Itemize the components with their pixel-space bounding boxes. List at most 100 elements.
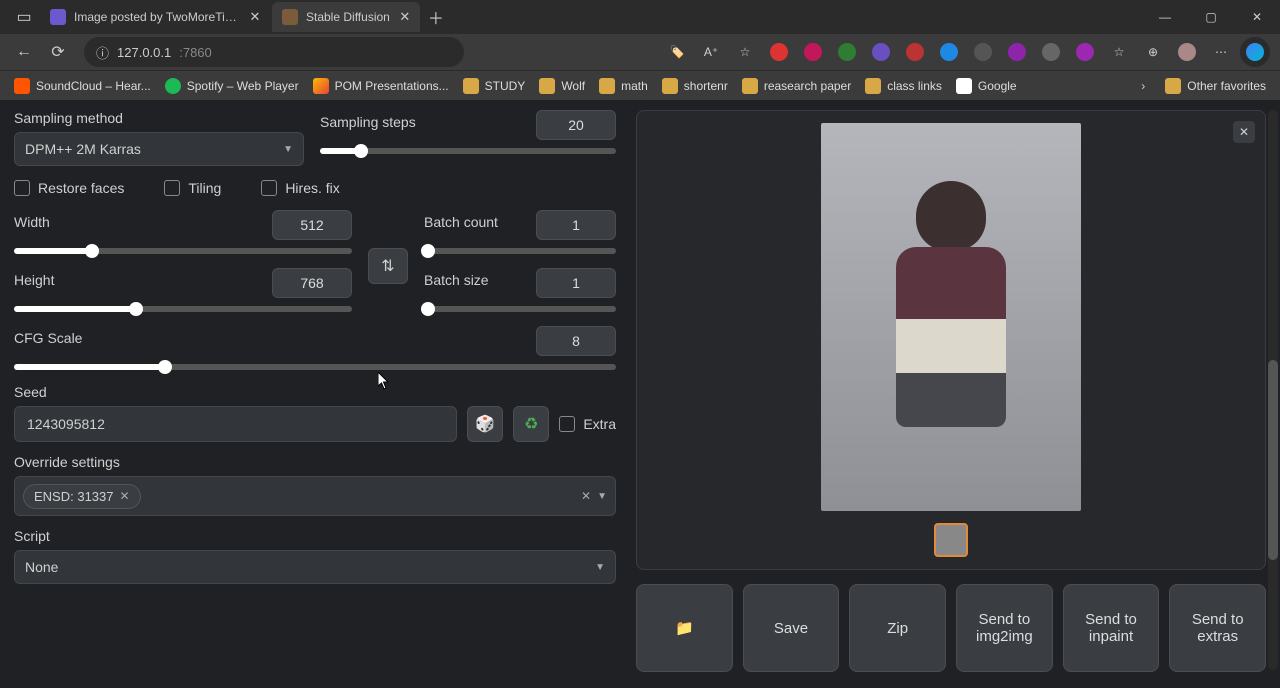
refresh-button[interactable]: ⟳	[44, 38, 72, 66]
page-scrollbar-thumb[interactable]	[1268, 360, 1278, 560]
reuse-seed-button[interactable]: ♻︎	[513, 406, 549, 442]
browser-tab[interactable]: Stable Diffusion ✕	[272, 2, 420, 32]
tab-favicon	[282, 9, 298, 25]
width-input[interactable]: 512	[272, 210, 352, 240]
bookmark-item[interactable]: SoundCloud – Hear...	[8, 74, 157, 98]
height-input[interactable]: 768	[272, 268, 352, 298]
browser-titlebar: ▭ Image posted by TwoMoreTimes ✕ Stable …	[0, 0, 1280, 34]
sampling-method-dropdown[interactable]: DPM++ 2M Karras ▼	[14, 132, 304, 166]
ext-icon[interactable]	[1002, 37, 1032, 67]
url-input[interactable]: ⓘ 127.0.0.1 :7860	[84, 37, 464, 67]
batch-count-slider[interactable]	[424, 248, 616, 254]
override-tag[interactable]: ENSD: 31337 ✕	[23, 484, 141, 509]
height-slider[interactable]	[14, 306, 352, 312]
cfg-scale-input[interactable]: 8	[536, 326, 616, 356]
clear-icon[interactable]: ✕	[581, 489, 591, 503]
read-aloud-icon[interactable]: A⁺	[696, 37, 726, 67]
sampling-steps-label: Sampling steps	[320, 114, 416, 130]
ext-icon[interactable]	[934, 37, 964, 67]
favorite-icon[interactable]: ☆	[730, 37, 760, 67]
bookmark-item[interactable]: Spotify – Web Player	[159, 74, 305, 98]
favorites-icon[interactable]: ☆	[1104, 37, 1134, 67]
bookmarks-bar: SoundCloud – Hear... Spotify – Web Playe…	[0, 70, 1280, 100]
seed-input[interactable]: 1243095812	[14, 406, 457, 442]
tab-title: Image posted by TwoMoreTimes	[74, 10, 240, 24]
send-extras-button[interactable]: Send to extras	[1169, 584, 1266, 672]
cfg-scale-slider[interactable]	[14, 364, 616, 370]
close-icon[interactable]: ✕	[248, 10, 262, 24]
site-info-icon[interactable]: ⓘ	[96, 43, 109, 62]
ext-icon[interactable]	[764, 37, 794, 67]
script-dropdown[interactable]: None ▼	[14, 550, 616, 584]
close-window-button[interactable]: ✕	[1234, 0, 1280, 34]
save-button[interactable]: Save	[743, 584, 840, 672]
collections-icon[interactable]: ⊕	[1138, 37, 1168, 67]
toolbar-icons: 🏷️ A⁺ ☆ ☆ ⊕ ⋯	[662, 37, 1270, 67]
chevron-down-icon[interactable]: ▼	[597, 491, 607, 502]
sampling-steps-input[interactable]: 20	[536, 110, 616, 140]
copilot-icon[interactable]	[1240, 37, 1270, 67]
tab-title: Stable Diffusion	[306, 10, 390, 24]
browser-tab[interactable]: Image posted by TwoMoreTimes ✕	[40, 2, 270, 32]
url-host: 127.0.0.1	[117, 45, 171, 60]
ext-icon[interactable]	[968, 37, 998, 67]
ext-icon[interactable]	[1036, 37, 1066, 67]
bookmark-folder[interactable]: STUDY	[457, 74, 532, 98]
width-slider[interactable]	[14, 248, 352, 254]
action-buttons: 📁 Save Zip Send to img2img Send to inpai…	[636, 584, 1266, 672]
thumbnail[interactable]	[934, 523, 968, 557]
script-label: Script	[14, 528, 616, 544]
close-icon[interactable]: ✕	[398, 10, 412, 24]
image-preview: ✕	[636, 110, 1266, 570]
tiling-checkbox[interactable]: Tiling	[164, 180, 221, 196]
url-port: :7860	[179, 45, 212, 60]
new-tab-button[interactable]: ＋	[422, 5, 450, 29]
ext-icon[interactable]	[900, 37, 930, 67]
zip-button[interactable]: Zip	[849, 584, 946, 672]
bookmark-folder[interactable]: Wolf	[533, 74, 591, 98]
cfg-scale-label: CFG Scale	[14, 330, 82, 346]
bookmarks-overflow-icon[interactable]: ›	[1133, 79, 1153, 93]
restore-faces-checkbox[interactable]: Restore faces	[14, 180, 124, 196]
bookmark-folder[interactable]: reasearch paper	[736, 74, 857, 98]
extra-checkbox[interactable]: Extra	[559, 416, 616, 432]
swap-dimensions-button[interactable]: ⇅	[368, 248, 408, 284]
sampling-method-label: Sampling method	[14, 110, 304, 126]
bookmark-item[interactable]: Google	[950, 74, 1023, 98]
sampling-steps-slider[interactable]	[320, 148, 616, 154]
generated-image[interactable]	[821, 123, 1081, 511]
maximize-button[interactable]: ▢	[1188, 0, 1234, 34]
shopping-icon[interactable]: 🏷️	[662, 37, 692, 67]
minimize-button[interactable]: ―	[1142, 0, 1188, 34]
address-bar: ← ⟳ ⓘ 127.0.0.1 :7860 🏷️ A⁺ ☆ ☆ ⊕ ⋯	[0, 34, 1280, 70]
other-favorites-button[interactable]: Other favorites	[1159, 74, 1272, 98]
bookmark-folder[interactable]: class links	[859, 74, 948, 98]
ext-icon[interactable]	[798, 37, 828, 67]
ext-icon[interactable]	[832, 37, 862, 67]
window-controls: ― ▢ ✕	[1142, 0, 1280, 34]
remove-tag-icon[interactable]: ✕	[120, 489, 130, 503]
send-inpaint-button[interactable]: Send to inpaint	[1063, 584, 1160, 672]
hires-fix-checkbox[interactable]: Hires. fix	[261, 180, 339, 196]
menu-icon[interactable]: ⋯	[1206, 37, 1236, 67]
close-preview-button[interactable]: ✕	[1233, 121, 1255, 143]
random-seed-button[interactable]: 🎲	[467, 406, 503, 442]
chevron-down-icon: ▼	[283, 144, 293, 155]
chevron-down-icon: ▼	[595, 562, 605, 573]
batch-count-input[interactable]: 1	[536, 210, 616, 240]
send-img2img-button[interactable]: Send to img2img	[956, 584, 1053, 672]
ext-icon[interactable]	[1070, 37, 1100, 67]
back-button[interactable]: ←	[10, 38, 38, 66]
bookmark-folder[interactable]: shortenr	[656, 74, 734, 98]
output-panel: ✕ 📁 Save Zip Send to img2img Send to inp…	[630, 100, 1280, 688]
profile-avatar[interactable]	[1172, 37, 1202, 67]
bookmark-item[interactable]: POM Presentations...	[307, 74, 455, 98]
batch-size-input[interactable]: 1	[536, 268, 616, 298]
batch-size-slider[interactable]	[424, 306, 616, 312]
override-settings-label: Override settings	[14, 454, 616, 470]
tab-actions-icon[interactable]: ▭	[8, 0, 40, 34]
open-folder-button[interactable]: 📁	[636, 584, 733, 672]
bookmark-folder[interactable]: math	[593, 74, 654, 98]
override-settings-input[interactable]: ENSD: 31337 ✕ ✕ ▼	[14, 476, 616, 516]
ext-icon[interactable]	[866, 37, 896, 67]
